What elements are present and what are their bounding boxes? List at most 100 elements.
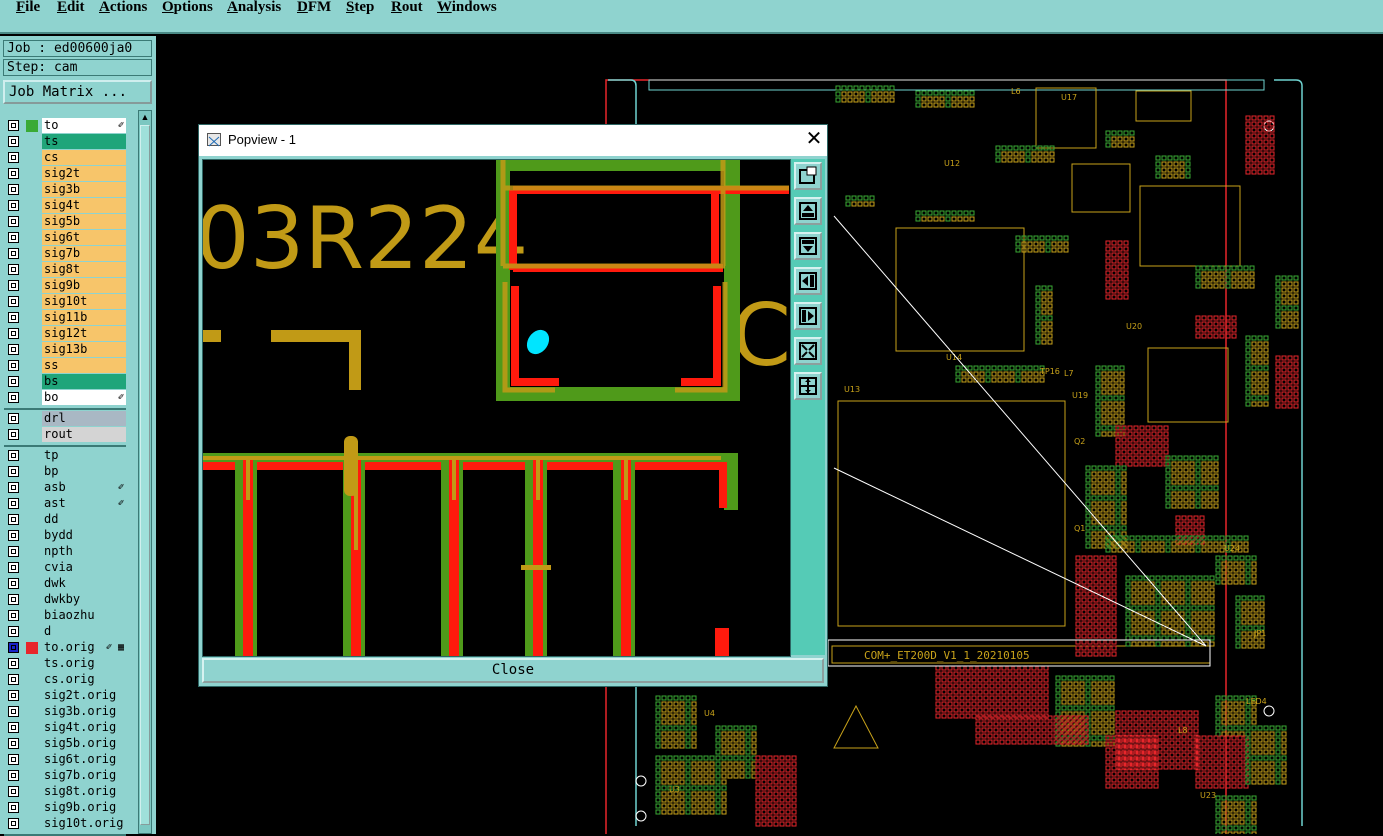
layer-checkbox[interactable] xyxy=(8,754,19,765)
layer-name[interactable]: bs xyxy=(42,374,126,389)
pan-down-button[interactable] xyxy=(794,232,822,260)
layer-name[interactable]: tp xyxy=(42,448,126,463)
layer-row[interactable]: sig13b xyxy=(4,342,126,357)
layer-name[interactable]: sig5b.orig xyxy=(42,736,126,751)
layer-row[interactable]: bp xyxy=(4,464,126,479)
layer-row[interactable]: sig11b xyxy=(4,310,126,325)
layer-row[interactable]: dd xyxy=(4,512,126,527)
work-layer-icon[interactable] xyxy=(26,642,38,654)
layer-name[interactable]: sig3b xyxy=(42,182,126,197)
layer-row[interactable]: sig9b xyxy=(4,278,126,293)
layer-checkbox[interactable] xyxy=(8,562,19,573)
layer-checkbox[interactable] xyxy=(8,674,19,685)
layer-row[interactable]: cs.orig xyxy=(4,672,126,687)
layer-row[interactable]: sig3b.orig xyxy=(4,704,126,719)
layer-name[interactable]: sig8t xyxy=(42,262,126,277)
layer-checkbox[interactable] xyxy=(8,610,19,621)
layer-name[interactable]: dwk xyxy=(42,576,126,591)
layer-row[interactable]: sig6t xyxy=(4,230,126,245)
layer-name[interactable]: npth xyxy=(42,544,126,559)
layer-row[interactable]: sig2t xyxy=(4,166,126,181)
layer-name[interactable]: dwkby xyxy=(42,592,126,607)
layer-name[interactable]: sig2t xyxy=(42,166,126,181)
menu-edit[interactable]: Edit xyxy=(57,0,85,16)
layer-name[interactable]: sig3b.orig xyxy=(42,704,126,719)
layer-row[interactable]: ts.orig xyxy=(4,656,126,671)
layer-name[interactable]: sig9b.orig xyxy=(42,800,126,815)
pan-up-button[interactable] xyxy=(794,197,822,225)
layer-checkbox[interactable] xyxy=(8,642,19,653)
layer-row[interactable]: sig5b.orig xyxy=(4,736,126,751)
layer-name[interactable]: ts xyxy=(42,134,126,149)
layer-checkbox[interactable] xyxy=(8,184,19,195)
layer-row[interactable]: sig5b xyxy=(4,214,126,229)
layer-checkbox[interactable] xyxy=(8,482,19,493)
layer-row[interactable]: bydd xyxy=(4,528,126,543)
layer-row[interactable]: dwk xyxy=(4,576,126,591)
layer-row[interactable]: cvia xyxy=(4,560,126,575)
layer-checkbox[interactable] xyxy=(8,546,19,557)
layer-checkbox[interactable] xyxy=(8,344,19,355)
layer-name[interactable]: rout xyxy=(42,427,126,442)
layer-checkbox[interactable] xyxy=(8,466,19,477)
layer-name[interactable]: bydd xyxy=(42,528,126,543)
layer-name[interactable]: sig4t xyxy=(42,198,126,213)
menu-actions[interactable]: Actions xyxy=(99,0,147,16)
layer-checkbox[interactable] xyxy=(8,578,19,589)
layer-checkbox[interactable] xyxy=(8,168,19,179)
layer-name[interactable]: sig7b xyxy=(42,246,126,261)
layer-row[interactable]: sig12t xyxy=(4,326,126,341)
layer-checkbox[interactable] xyxy=(8,200,19,211)
layer-checkbox[interactable] xyxy=(8,413,19,424)
layer-name[interactable]: sig7b.orig xyxy=(42,768,126,783)
layer-checkbox[interactable] xyxy=(8,136,19,147)
layer-row[interactable]: sig2t.orig xyxy=(4,688,126,703)
job-matrix-button[interactable]: Job Matrix ... xyxy=(3,80,152,104)
layer-checkbox[interactable] xyxy=(8,818,19,829)
layer-checkbox[interactable] xyxy=(8,514,19,525)
menu-windows[interactable]: Windows xyxy=(437,0,497,16)
layer-checkbox[interactable] xyxy=(8,376,19,387)
layer-checkbox[interactable] xyxy=(8,296,19,307)
layer-name[interactable]: sig2t.orig xyxy=(42,688,126,703)
layer-row[interactable]: bs xyxy=(4,374,126,389)
layer-name[interactable]: biaozhu xyxy=(42,608,126,623)
layer-checkbox[interactable] xyxy=(8,328,19,339)
layer-row[interactable]: sig8t xyxy=(4,262,126,277)
zoom-home-button[interactable] xyxy=(794,162,822,190)
layer-row[interactable]: sig3b xyxy=(4,182,126,197)
layer-row[interactable]: d xyxy=(4,624,126,639)
layer-row[interactable]: sig10t.orig xyxy=(4,816,126,831)
layer-name[interactable]: to.orig ✐ ▦ xyxy=(42,640,126,655)
layer-name[interactable]: dd xyxy=(42,512,126,527)
layer-row[interactable]: asb ✐ xyxy=(4,480,126,495)
layer-checkbox[interactable] xyxy=(8,280,19,291)
layer-row[interactable]: drl xyxy=(4,411,126,426)
pan-left-button[interactable] xyxy=(794,267,822,295)
layer-row[interactable]: cs xyxy=(4,150,126,165)
zoom-in-out-button[interactable] xyxy=(794,372,822,400)
popview-titlebar[interactable]: Popview - 1 ✕ xyxy=(199,125,827,156)
layer-name[interactable]: sig13b xyxy=(42,342,126,357)
layer-checkbox[interactable] xyxy=(8,360,19,371)
layer-name[interactable]: cs.orig xyxy=(42,672,126,687)
layer-name[interactable]: sig11b xyxy=(42,310,126,325)
menu-rout[interactable]: Rout xyxy=(391,0,423,16)
layer-checkbox[interactable] xyxy=(8,312,19,323)
close-icon[interactable]: ✕ xyxy=(803,128,825,150)
layer-name[interactable]: cs xyxy=(42,150,126,165)
layer-name[interactable]: bo ✐ xyxy=(42,390,126,405)
layer-checkbox[interactable] xyxy=(8,530,19,541)
layer-name[interactable]: sig5b xyxy=(42,214,126,229)
menu-step[interactable]: Step xyxy=(346,0,374,16)
layer-row[interactable]: sig4t xyxy=(4,198,126,213)
layer-checkbox[interactable] xyxy=(8,658,19,669)
layer-checkbox[interactable] xyxy=(8,120,19,131)
layer-list-scrollbar[interactable]: ▲ xyxy=(138,110,152,834)
scroll-up-icon[interactable]: ▲ xyxy=(140,112,150,122)
layer-checkbox[interactable] xyxy=(8,248,19,259)
layer-row[interactable]: bo ✐ xyxy=(4,390,126,405)
popview-zoom-view[interactable]: 03R224 C xyxy=(202,159,791,657)
layer-row[interactable]: sig4t.orig xyxy=(4,720,126,735)
layer-name[interactable]: cvia xyxy=(42,560,126,575)
